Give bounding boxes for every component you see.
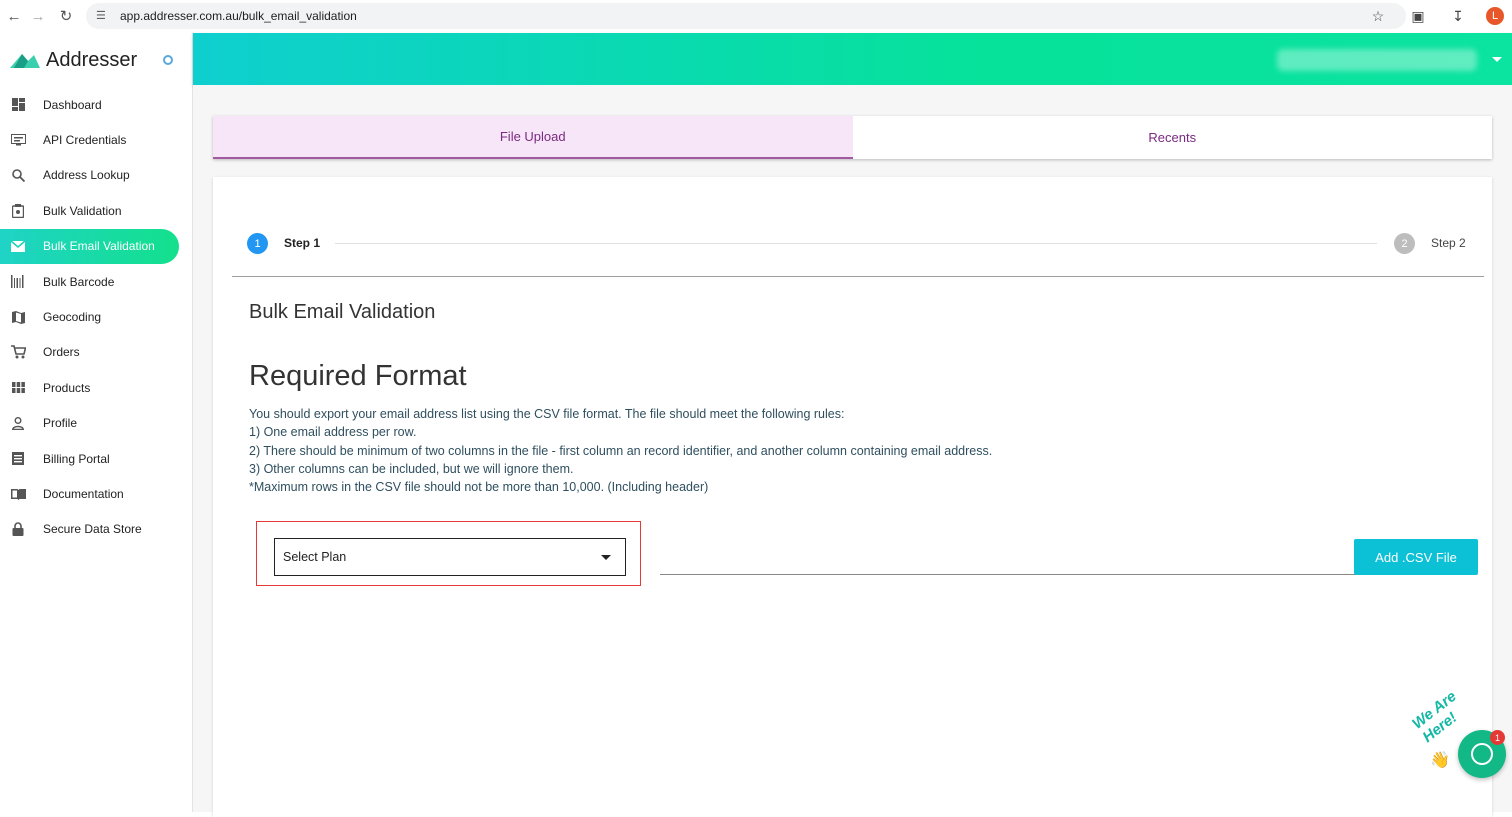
waving-hand-icon: 👋 [1430,752,1450,769]
app-header [193,33,1512,85]
sidebar-item-orders[interactable]: Orders [0,335,192,370]
grid-icon [10,380,26,396]
sidebar-item-label: Geocoding [43,310,102,325]
extensions-icon[interactable]: ▣ [1406,4,1430,28]
sidebar-item-label: Address Lookup [43,168,130,183]
sidebar-item-dashboard[interactable]: Dashboard [0,87,192,122]
forward-arrow-icon[interactable]: → [24,2,52,30]
rule-line: 2) There should be minimum of two column… [249,443,993,458]
sidebar-item-label: Profile [43,416,78,431]
format-rules: You should export your email address lis… [249,405,992,496]
url-text: app.addresser.com.au/bulk_email_validati… [120,9,357,23]
sidebar-item-label: Dashboard [43,97,102,112]
browser-toolbar: ← → ↻ ☰ app.addresser.com.au/bulk_email_… [0,0,1512,33]
page-title: Bulk Email Validation [249,301,436,323]
sidebar-item-label: Secure Data Store [43,522,142,537]
tab-recents[interactable]: Recents [853,116,1493,159]
sidebar-item-api-credentials[interactable]: API Credentials [0,122,192,157]
sidebar-item-label: Orders [43,345,80,360]
sidebar-item-profile[interactable]: Profile [0,406,192,441]
sidebar-item-label: Products [43,380,91,395]
sidebar-item-bulk-email-validation[interactable]: Bulk Email Validation [0,228,179,264]
sidebar-item-label: Bulk Validation [43,203,122,218]
rule-line: 3) Other columns can be included, but we… [249,461,574,476]
user-menu[interactable] [1277,49,1477,71]
plan-select-value: Select Plan [283,550,347,564]
site-settings-icon[interactable]: ☰ [96,9,110,23]
sidebar-item-documentation[interactable]: Documentation [0,476,192,511]
sidebar-item-secure-data-store[interactable]: Secure Data Store [0,512,192,547]
required-format-heading: Required Format [249,360,467,392]
person-icon [10,415,26,431]
lock-icon [10,521,26,537]
sidebar-item-bulk-validation[interactable]: Bulk Validation [0,193,192,228]
sidebar-item-address-lookup[interactable]: Address Lookup [0,158,192,193]
cart-icon [10,344,26,360]
sidebar-item-products[interactable]: Products [0,370,192,405]
bulk-validation-icon [10,203,26,219]
api-credentials-icon [10,132,26,148]
sidebar-item-label: API Credentials [43,133,127,148]
sidebar-item-geocoding[interactable]: Geocoding [0,299,192,334]
plan-select-dropdown[interactable]: Select Plan [274,538,626,576]
addresser-logo-icon [10,54,40,68]
book-icon [10,486,26,502]
sidebar-item-label: Bulk Barcode [43,274,115,289]
sidebar-toggle-icon[interactable] [163,55,173,65]
bookmark-star-icon[interactable]: ☆ [1366,4,1390,28]
user-menu-caret-icon[interactable] [1492,57,1502,62]
brand-name: Addresser [46,48,138,71]
search-icon [10,167,26,183]
address-bar[interactable]: ☰ app.addresser.com.au/bulk_email_valida… [86,3,1406,29]
upload-card: 1 Step 1 2 Step 2 Bulk Email Validation … [213,177,1492,817]
main-content: File Upload Recents 1 Step 1 2 Step 2 Bu… [193,85,1512,817]
reload-icon[interactable]: ↻ [52,2,80,30]
tab-file-upload[interactable]: File Upload [213,116,853,159]
add-csv-file-button[interactable]: Add .CSV File [1354,539,1478,575]
sidebar-item-label: Bulk Email Validation [43,239,155,254]
sidebar-item-label: Documentation [43,486,124,501]
billing-icon [10,451,26,467]
rule-line: 1) One email address per row. [249,425,417,440]
step-2-badge: 2 [1394,233,1415,254]
step-2-label: Step 2 [1431,236,1466,250]
stepper: 1 Step 1 2 Step 2 [247,233,1467,255]
dashboard-icon [10,97,26,113]
download-icon[interactable]: ↧ [1446,4,1470,28]
step-1-badge: 1 [247,233,268,254]
file-name-field[interactable] [660,574,1358,575]
step-1-label: Step 1 [284,236,321,250]
sidebar-item-billing-portal[interactable]: Billing Portal [0,441,192,476]
rule-line: You should export your email address lis… [249,407,845,421]
chat-unread-badge: 1 [1490,730,1505,745]
tabs: File Upload Recents [213,116,1492,159]
sidebar-item-bulk-barcode[interactable]: Bulk Barcode [0,264,192,299]
sidebar: Addresser Dashboard API Credentials Addr… [0,33,193,812]
stepper-connector [335,243,1377,244]
mail-icon [10,238,26,254]
profile-avatar[interactable]: L [1486,7,1504,25]
divider [232,276,1484,277]
sidebar-item-label: Billing Portal [43,451,110,466]
dropdown-arrow-icon [601,555,611,560]
map-icon [10,309,26,325]
chat-bubble-icon [1471,743,1493,765]
barcode-icon [10,274,26,290]
rule-line: *Maximum rows in the CSV file should not… [249,480,709,495]
